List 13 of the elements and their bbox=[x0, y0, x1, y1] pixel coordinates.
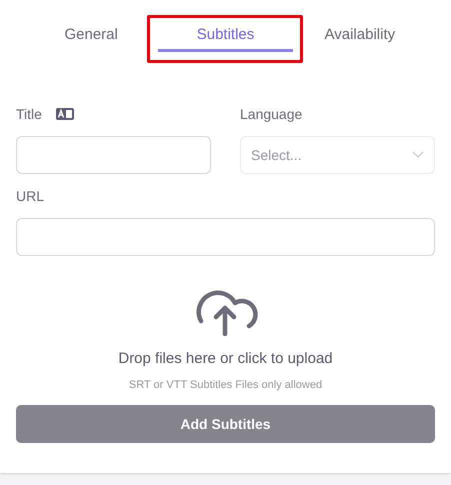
tab[interactable]: Availability bbox=[292, 22, 427, 52]
language-select[interactable]: Select... bbox=[240, 136, 435, 174]
upload-prompt: Drop files here or click to upload bbox=[118, 349, 333, 369]
url-field[interactable] bbox=[16, 218, 435, 256]
chevron-down-icon bbox=[412, 151, 424, 159]
tab[interactable]: Subtitles bbox=[158, 22, 293, 52]
translate-icon bbox=[56, 108, 74, 120]
tab[interactable]: General bbox=[24, 22, 158, 52]
field-label: Title bbox=[16, 104, 42, 124]
upload-hint: SRT or VTT Subtitles Files only allowed bbox=[128, 378, 322, 392]
field-label: Language bbox=[240, 104, 302, 124]
title-field[interactable] bbox=[16, 136, 211, 174]
field-label: URL bbox=[16, 186, 44, 206]
